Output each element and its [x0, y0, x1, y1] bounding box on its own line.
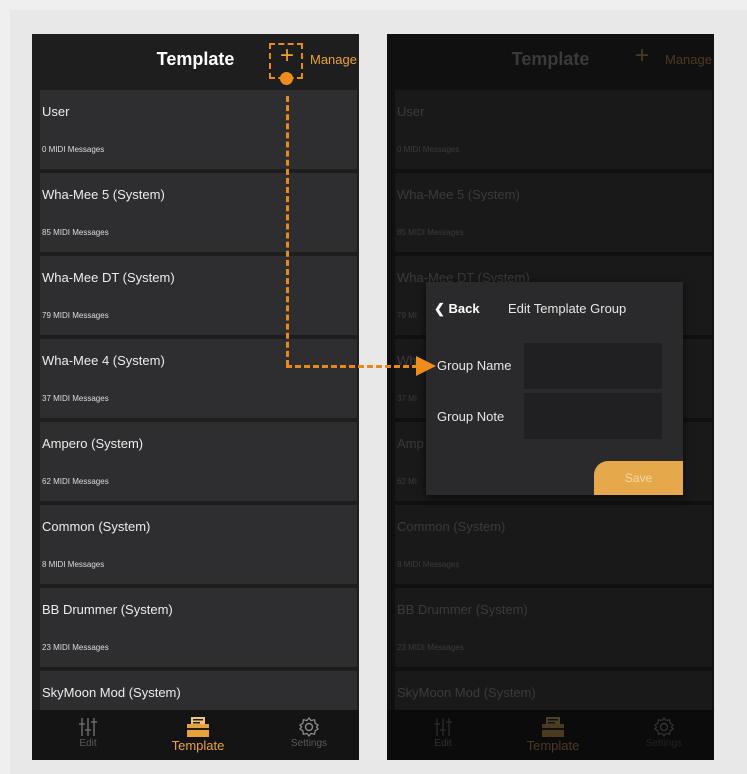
annotation-connector-vertical	[286, 96, 289, 366]
save-button[interactable]: Save	[594, 461, 683, 495]
gear-icon	[299, 716, 319, 738]
annotation-arrow-icon	[416, 356, 436, 376]
edit-template-group-dialog: ❮ Back Edit Template Group Group Name Gr…	[426, 282, 683, 495]
back-button[interactable]: ❮ Back	[434, 301, 480, 317]
item-name: SkyMoon Mod (System)	[42, 685, 181, 700]
group-note-input[interactable]	[524, 393, 662, 439]
list-item[interactable]: User 0 MIDI Messages	[40, 90, 357, 169]
back-label: Back	[448, 301, 480, 316]
item-count: 79 MIDI Messages	[42, 311, 109, 320]
item-name: Common (System)	[42, 519, 151, 534]
item-name: Wha-Mee 5 (System)	[42, 187, 165, 202]
item-count: 62 MIDI Messages	[42, 477, 109, 486]
item-name: User	[42, 104, 70, 119]
item-count: 23 MIDI Messages	[42, 643, 109, 652]
item-name: Wha-Mee DT (System)	[42, 270, 175, 285]
list-item[interactable]: Common (System) 8 MIDI Messages	[40, 505, 357, 584]
group-name-input[interactable]	[524, 343, 662, 389]
tab-settings[interactable]: Settings	[269, 716, 349, 749]
list-item[interactable]: Wha-Mee DT (System) 79 MIDI Messages	[40, 256, 357, 335]
dialog-title: Edit Template Group	[508, 301, 627, 316]
item-name: BB Drummer (System)	[42, 602, 173, 617]
tab-label: Edit	[79, 738, 97, 749]
annotation-dot	[280, 72, 293, 85]
sliders-icon	[79, 718, 97, 736]
template-list: User 0 MIDI Messages Wha-Mee 5 (System) 85…	[40, 90, 357, 754]
template-screen: Template + Manage User 0 MIDI Messages Wh…	[32, 34, 359, 760]
item-name: Ampero (System)	[42, 436, 144, 451]
item-count: 0 MIDI Messages	[42, 145, 105, 154]
group-note-label: Group Note	[437, 409, 505, 424]
list-item[interactable]: Wha-Mee 4 (System) 37 MIDI Messages	[40, 339, 357, 418]
list-item[interactable]: Wha-Mee 5 (System) 85 MIDI Messages	[40, 173, 357, 252]
tab-label: Template	[171, 738, 225, 753]
chevron-left-icon: ❮	[434, 301, 449, 316]
tab-template[interactable]: Template	[158, 716, 238, 753]
item-count: 37 MIDI Messages	[42, 394, 109, 403]
group-name-label: Group Name	[437, 358, 512, 373]
annotation-connector-horizontal	[286, 365, 418, 368]
item-count: 85 MIDI Messages	[42, 228, 109, 237]
manage-button[interactable]: Manage	[310, 52, 357, 67]
tab-label: Settings	[290, 738, 328, 749]
tab-bar: Edit Template Settings	[32, 710, 359, 760]
list-item[interactable]: BB Drummer (System) 23 MIDI Messages	[40, 588, 357, 667]
item-count: 8 MIDI Messages	[42, 560, 105, 569]
list-item[interactable]: Ampero (System) 62 MIDI Messages	[40, 422, 357, 501]
template-folder-icon	[187, 717, 209, 737]
item-name: Wha-Mee 4 (System)	[42, 353, 165, 368]
tab-edit[interactable]: Edit	[48, 716, 128, 749]
header: Template + Manage	[32, 34, 359, 86]
